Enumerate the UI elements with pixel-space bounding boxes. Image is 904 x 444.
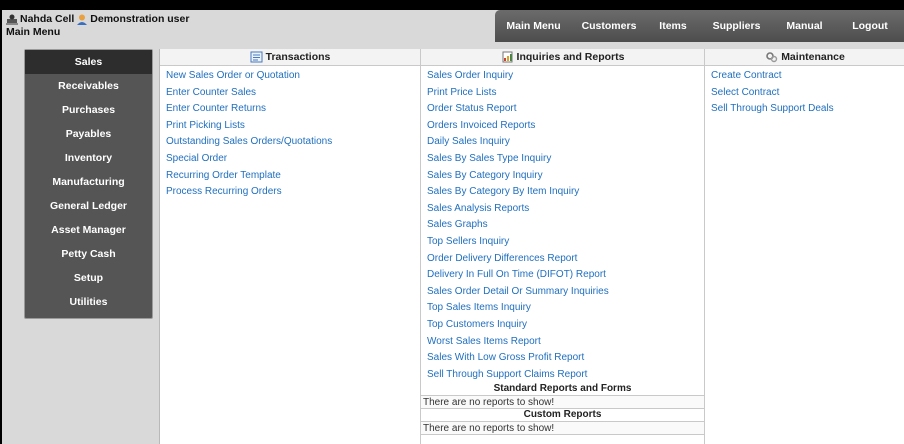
sidebar-item-receivables[interactable]: Receivables: [25, 74, 152, 98]
maintenance-links: Create Contract Select Contract Sell Throu…: [705, 66, 904, 118]
custom-reports-heading: Custom Reports: [523, 409, 602, 421]
topnav-items[interactable]: Items: [646, 10, 700, 42]
transactions-link[interactable]: Print Picking Lists: [166, 118, 420, 135]
sidebar-item-inventory[interactable]: Inventory: [25, 146, 152, 170]
sidebar-item-petty-cash[interactable]: Petty Cash: [25, 242, 152, 266]
maintenance-column: Maintenance Create Contract Select Contra…: [705, 49, 904, 444]
transactions-links: New Sales Order or Quotation Enter Counte…: [160, 66, 420, 201]
transactions-link[interactable]: Enter Counter Returns: [166, 101, 420, 118]
transactions-link[interactable]: New Sales Order or Quotation: [166, 68, 420, 85]
maintenance-icon: [766, 52, 778, 63]
sidebar: Sales Receivables Purchases Payables Inv…: [24, 49, 153, 319]
maintenance-link[interactable]: Select Contract: [711, 85, 904, 102]
inquiries-link[interactable]: Delivery In Full On Time (DIFOT) Report: [427, 267, 704, 284]
sidebar-item-setup[interactable]: Setup: [25, 266, 152, 290]
inquiries-link[interactable]: Sell Through Support Claims Report: [427, 367, 704, 384]
inquiries-link[interactable]: Sales Graphs: [427, 217, 704, 234]
transactions-title: Transactions: [265, 50, 331, 63]
reports-icon: [502, 51, 513, 63]
transactions-column: Transactions New Sales Order or Quotatio…: [160, 49, 421, 444]
custom-reports-empty: There are no reports to show!: [421, 421, 704, 436]
company-icon: [6, 14, 18, 25]
inquiries-link[interactable]: Sales Order Detail Or Summary Inquiries: [427, 284, 704, 301]
sidebar-item-purchases[interactable]: Purchases: [25, 98, 152, 122]
sidebar-item-asset-manager[interactable]: Asset Manager: [25, 218, 152, 242]
standard-reports-empty: There are no reports to show!: [421, 395, 704, 410]
inquiries-link[interactable]: Sales With Low Gross Profit Report: [427, 350, 704, 367]
inquiries-link[interactable]: Sales By Sales Type Inquiry: [427, 151, 704, 168]
transactions-link[interactable]: Enter Counter Sales: [166, 85, 420, 102]
sidebar-item-sales[interactable]: Sales: [25, 50, 152, 74]
topnav-suppliers[interactable]: Suppliers: [700, 10, 773, 42]
maintenance-link[interactable]: Create Contract: [711, 68, 904, 85]
transactions-link[interactable]: Process Recurring Orders: [166, 184, 420, 201]
inquiries-link[interactable]: Order Delivery Differences Report: [427, 251, 704, 268]
inquiries-title: Inquiries and Reports: [516, 50, 625, 63]
sidebar-item-payables[interactable]: Payables: [25, 122, 152, 146]
sidebar-item-utilities[interactable]: Utilities: [25, 290, 152, 314]
topnav-logout[interactable]: Logout: [836, 10, 904, 42]
user-icon: [77, 14, 88, 25]
maintenance-header: Maintenance: [705, 49, 904, 66]
inquiries-link[interactable]: Sales Order Inquiry: [427, 68, 704, 85]
inquiries-links: Sales Order Inquiry Print Price Lists Orde…: [421, 66, 704, 383]
inquiries-header: Inquiries and Reports: [421, 49, 704, 66]
app-window: Nahda Cell Demonstration user Main Menu …: [2, 10, 904, 444]
inquiries-link[interactable]: Orders Invoiced Reports: [427, 118, 704, 135]
header: Nahda Cell Demonstration user Main Menu …: [2, 10, 904, 44]
topnav-customers[interactable]: Customers: [572, 10, 646, 42]
user-name: Demonstration user: [90, 13, 190, 25]
sidebar-item-manufacturing[interactable]: Manufacturing: [25, 170, 152, 194]
standard-reports-heading: Standard Reports and Forms: [493, 383, 632, 395]
transactions-icon: [250, 51, 263, 63]
transactions-header: Transactions: [160, 49, 420, 66]
topnav-main-menu[interactable]: Main Menu: [495, 10, 572, 42]
maintenance-link[interactable]: Sell Through Support Deals: [711, 101, 904, 118]
top-navigation: Main Menu Customers Items Suppliers Manu…: [495, 10, 904, 42]
inquiries-link[interactable]: Worst Sales Items Report: [427, 334, 704, 351]
user-line: Nahda Cell Demonstration user: [6, 13, 189, 25]
company-name: Nahda Cell: [20, 13, 75, 25]
inquiries-link[interactable]: Sales By Category By Item Inquiry: [427, 184, 704, 201]
maintenance-title: Maintenance: [781, 50, 845, 63]
page-title: Main Menu: [6, 26, 61, 38]
topnav-manual[interactable]: Manual: [773, 10, 836, 42]
transactions-link[interactable]: Special Order: [166, 151, 420, 168]
transactions-link[interactable]: Outstanding Sales Orders/Quotations: [166, 134, 420, 151]
inquiries-link[interactable]: Print Price Lists: [427, 85, 704, 102]
inquiries-column: Inquiries and Reports Sales Order Inquir…: [421, 49, 705, 444]
inquiries-link[interactable]: Sales By Category Inquiry: [427, 168, 704, 185]
main-panel: Transactions New Sales Order or Quotatio…: [159, 49, 904, 444]
inquiries-link[interactable]: Top Sellers Inquiry: [427, 234, 704, 251]
transactions-link[interactable]: Recurring Order Template: [166, 168, 420, 185]
inquiries-link[interactable]: Order Status Report: [427, 101, 704, 118]
inquiries-link[interactable]: Top Sales Items Inquiry: [427, 300, 704, 317]
inquiries-link[interactable]: Top Customers Inquiry: [427, 317, 704, 334]
sidebar-item-general-ledger[interactable]: General Ledger: [25, 194, 152, 218]
inquiries-link[interactable]: Daily Sales Inquiry: [427, 134, 704, 151]
inquiries-link[interactable]: Sales Analysis Reports: [427, 201, 704, 218]
